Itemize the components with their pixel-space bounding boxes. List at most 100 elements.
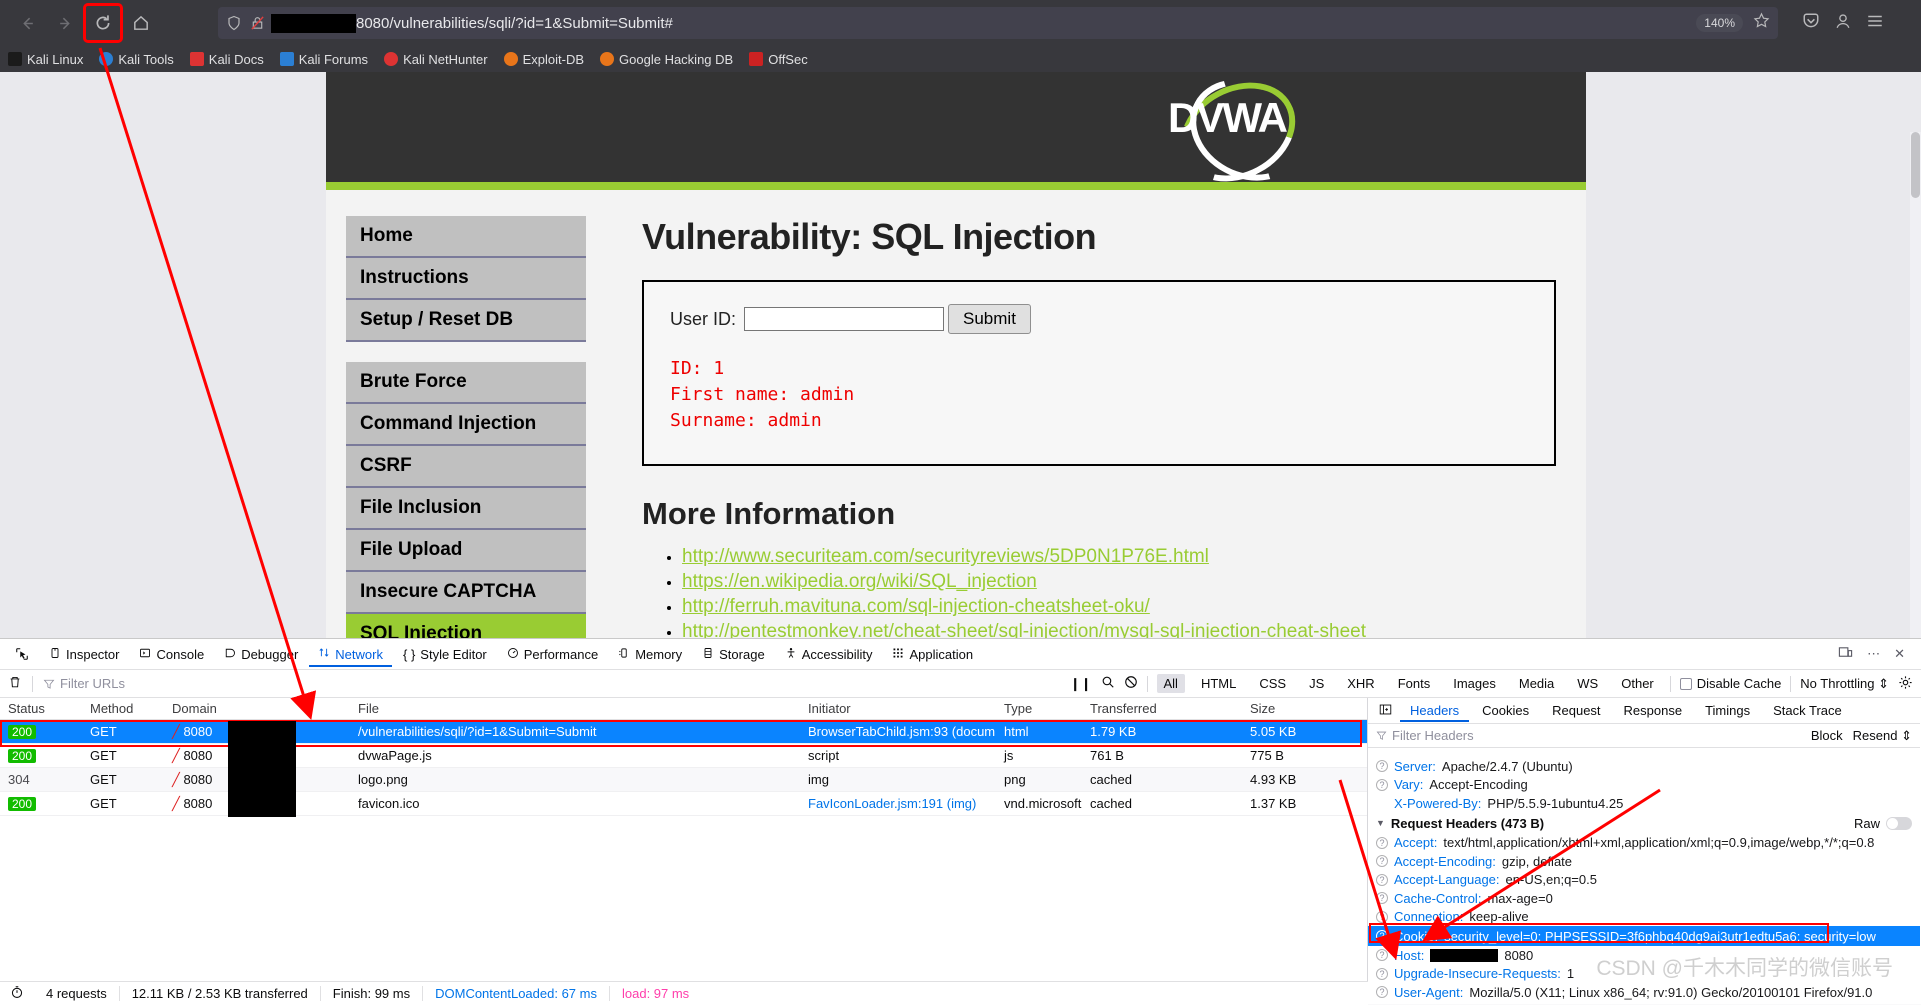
detail-tab-timings[interactable]: Timings: [1695, 699, 1760, 722]
tab-performance[interactable]: Performance: [498, 642, 607, 667]
devtools-settings-gear-icon[interactable]: [1898, 675, 1913, 693]
filter-images[interactable]: Images: [1446, 674, 1503, 693]
sidebar-item-instructions[interactable]: Instructions: [346, 258, 586, 300]
search-icon[interactable]: [1101, 675, 1115, 692]
save-to-pocket-icon[interactable]: [1802, 12, 1820, 35]
filter-js[interactable]: JS: [1302, 674, 1331, 693]
cell-initiator[interactable]: FavIconLoader.jsm:191 (img): [800, 793, 996, 814]
header-row-accept-encoding[interactable]: ? Accept-Encoding: gzip, deflate: [1368, 852, 1920, 871]
header-row-connection[interactable]: ? Connection: keep-alive: [1368, 908, 1920, 927]
sidebar-item-brute-force[interactable]: Brute Force: [346, 362, 586, 404]
pause-requests-icon[interactable]: ❙❙: [1070, 676, 1092, 692]
url-bar[interactable]: 8080/vulnerabilities/sqli/?id=1&Submit=S…: [218, 7, 1778, 39]
help-icon[interactable]: ?: [1376, 855, 1388, 867]
pick-element-icon[interactable]: [6, 642, 38, 666]
column-header-status[interactable]: Status: [0, 698, 82, 719]
tab-network[interactable]: Network: [309, 641, 392, 667]
info-link[interactable]: http://ferruh.mavituna.com/sql-injection…: [682, 596, 1150, 617]
reload-icon[interactable]: [86, 6, 120, 40]
tab-style-editor[interactable]: { } Style Editor: [394, 642, 496, 667]
header-row-user-agent[interactable]: ? User-Agent: Mozilla/5.0 (X11; Linux x8…: [1368, 983, 1920, 1002]
bookmark-offsec[interactable]: OffSec: [749, 52, 808, 67]
column-header-initiator[interactable]: Initiator: [800, 698, 996, 719]
header-row-accept[interactable]: ? Accept: text/html,application/xhtml+xm…: [1368, 834, 1920, 853]
block-button[interactable]: Block: [1811, 728, 1843, 744]
filter-css[interactable]: CSS: [1252, 674, 1293, 693]
bookmark-kali-tools[interactable]: Kali Tools: [99, 52, 173, 67]
help-icon[interactable]: ?: [1376, 986, 1388, 998]
sidebar-item-setup-reset-db[interactable]: Setup / Reset DB: [346, 300, 586, 342]
chevron-down-icon[interactable]: ▼: [1376, 818, 1385, 828]
filter-xhr[interactable]: XHR: [1340, 674, 1381, 693]
shield-icon[interactable]: [226, 15, 242, 31]
header-row-accept-language[interactable]: ? Accept-Language: en-US,en;q=0.5: [1368, 871, 1920, 890]
disable-cache-checkbox[interactable]: Disable Cache: [1680, 676, 1782, 691]
detail-tab-response[interactable]: Response: [1614, 699, 1693, 722]
filter-media[interactable]: Media: [1512, 674, 1561, 693]
home-icon[interactable]: [124, 6, 158, 40]
help-icon[interactable]: ?: [1376, 779, 1388, 791]
header-row-server[interactable]: ? Server: Apache/2.4.7 (Ubuntu): [1368, 757, 1920, 776]
tab-memory[interactable]: Memory: [609, 642, 691, 667]
filter-html[interactable]: HTML: [1194, 674, 1243, 693]
sidebar-item-command-injection[interactable]: Command Injection: [346, 404, 586, 446]
sidebar-item-insecure-captcha[interactable]: Insecure CAPTCHA: [346, 572, 586, 614]
help-icon[interactable]: ?: [1376, 874, 1388, 886]
bookmark-google-hacking-db[interactable]: Google Hacking DB: [600, 52, 733, 67]
column-header-file[interactable]: File: [350, 698, 800, 719]
table-row[interactable]: 304 GET ╱ 8080 logo.png img png cached 4…: [0, 768, 1367, 792]
filter-ws[interactable]: WS: [1570, 674, 1605, 693]
submit-button[interactable]: Submit: [948, 304, 1031, 334]
forward-arrow-icon[interactable]: [48, 6, 82, 40]
block-requests-icon[interactable]: [1124, 675, 1138, 692]
clear-requests-icon[interactable]: [8, 675, 22, 692]
help-icon[interactable]: ?: [1376, 892, 1388, 904]
detail-tab-stack-trace[interactable]: Stack Trace: [1763, 699, 1852, 722]
help-icon[interactable]: ?: [1376, 911, 1388, 923]
help-icon[interactable]: ?: [1376, 949, 1388, 961]
sidebar-item-file-inclusion[interactable]: File Inclusion: [346, 488, 586, 530]
detail-tab-request[interactable]: Request: [1542, 699, 1610, 722]
detail-tab-cookies[interactable]: Cookies: [1472, 699, 1539, 722]
info-link[interactable]: http://www.securiteam.com/securityreview…: [682, 546, 1209, 567]
bookmark-kali-forums[interactable]: Kali Forums: [280, 52, 368, 67]
bookmark-kali-docs[interactable]: Kali Docs: [190, 52, 264, 67]
expand-pane-icon[interactable]: [1374, 703, 1397, 719]
sidebar-item-home[interactable]: Home: [346, 216, 586, 258]
filter-urls-input[interactable]: Filter URLs: [43, 676, 125, 691]
header-row-cookie[interactable]: ? Cookie: security_level=0; PHPSESSID=3f…: [1368, 926, 1920, 946]
column-header-method[interactable]: Method: [82, 698, 164, 719]
help-icon[interactable]: ?: [1376, 760, 1388, 772]
headers-filter-input[interactable]: Filter Headers: [1392, 728, 1474, 743]
throttling-select[interactable]: No Throttling ⇕: [1800, 676, 1889, 692]
url-text[interactable]: 8080/vulnerabilities/sqli/?id=1&Submit=S…: [356, 15, 673, 32]
tab-console[interactable]: Console: [130, 642, 213, 667]
bookmark-kali-linux[interactable]: Kali Linux: [8, 52, 83, 67]
filter-fonts[interactable]: Fonts: [1391, 674, 1438, 693]
lock-crossed-icon[interactable]: [250, 15, 265, 31]
detail-tab-headers[interactable]: Headers: [1400, 699, 1469, 722]
hamburger-menu-icon[interactable]: [1866, 12, 1884, 35]
devtools-meatball-menu-icon[interactable]: ⋯: [1867, 646, 1880, 662]
column-header-size[interactable]: Size: [1242, 698, 1362, 719]
help-icon[interactable]: ?: [1376, 930, 1388, 942]
column-header-domain[interactable]: Domain: [164, 698, 350, 719]
user-id-input[interactable]: [744, 307, 944, 331]
back-arrow-icon[interactable]: [10, 6, 44, 40]
page-scrollbar[interactable]: [1910, 132, 1921, 652]
account-icon[interactable]: [1834, 12, 1852, 35]
column-header-transferred[interactable]: Transferred: [1082, 698, 1242, 719]
header-row[interactable]: [1368, 748, 1920, 757]
table-row[interactable]: 200 GET ╱ 8080 dvwaPage.js script js 761…: [0, 744, 1367, 768]
request-headers-section[interactable]: ▼ Request Headers (473 B) Raw: [1368, 813, 1920, 834]
sidebar-item-csrf[interactable]: CSRF: [346, 446, 586, 488]
info-link[interactable]: https://en.wikipedia.org/wiki/SQL_inject…: [682, 571, 1037, 592]
zoom-level-badge[interactable]: 140%: [1696, 14, 1743, 32]
filter-other[interactable]: Other: [1614, 674, 1661, 693]
column-header-type[interactable]: Type: [996, 698, 1082, 719]
header-row-vary[interactable]: ? Vary: Accept-Encoding: [1368, 776, 1920, 795]
raw-toggle[interactable]: Raw: [1854, 816, 1912, 831]
tab-storage[interactable]: Storage: [693, 642, 774, 667]
help-icon[interactable]: ?: [1376, 968, 1388, 980]
devtools-close-icon[interactable]: ✕: [1894, 646, 1905, 662]
